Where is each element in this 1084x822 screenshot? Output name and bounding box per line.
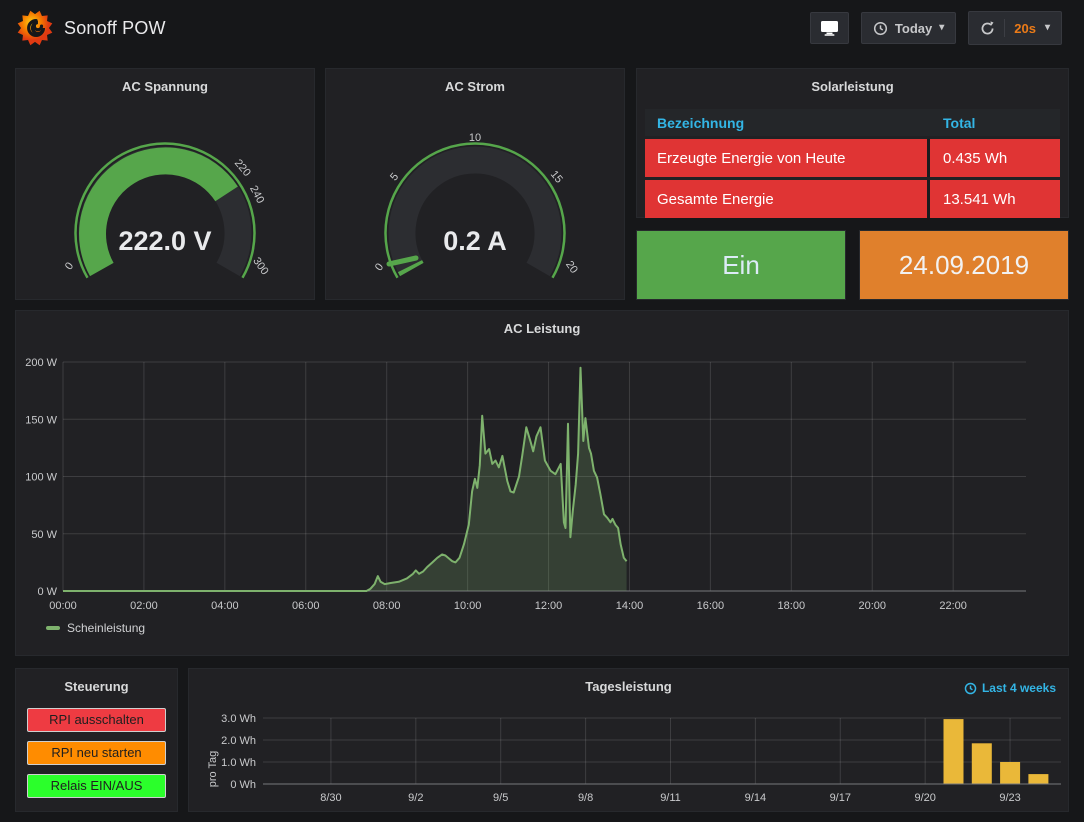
x-axis-tick-label: 8/30 — [320, 792, 341, 804]
date-stat: 24.09.2019 — [859, 230, 1069, 300]
x-axis-tick-label: 20:00 — [858, 600, 886, 612]
panel-title-solarleistung[interactable]: Solarleistung — [637, 79, 1068, 94]
panel-ac-spannung: AC Spannung 0220240300 222.0 V — [15, 68, 315, 300]
x-axis-tick-label: 9/8 — [578, 792, 593, 804]
grafana-dashboard: Sonoff POW Today ▾ — [0, 0, 1084, 822]
y-axis-tick-label: 0 Wh — [230, 779, 256, 791]
gauge-tick-label: 5 — [388, 171, 401, 183]
gauge-tick-label: 0 — [63, 260, 76, 272]
dashboard-title: Sonoff POW — [64, 18, 166, 39]
x-axis-tick-label: 00:00 — [49, 600, 77, 612]
gauge-tick-label: 300 — [250, 255, 270, 277]
x-axis-tick-label: 10:00 — [454, 600, 482, 612]
panel-steuerung: Steuerung RPI ausschalten RPI neu starte… — [15, 668, 178, 812]
solar-table: Bezeichnung Total Erzeugte Energie von H… — [645, 109, 1060, 218]
panel-title-ac-strom[interactable]: AC Strom — [326, 79, 624, 94]
legend-color-swatch — [46, 626, 60, 630]
x-axis-tick-label: 9/5 — [493, 792, 508, 804]
table-header-row: Bezeichnung Total — [645, 109, 1060, 136]
column-header-bezeichnung[interactable]: Bezeichnung — [645, 115, 930, 131]
legend-item-scheinleistung[interactable]: Scheinleistung — [46, 621, 145, 635]
gauge-value-arc — [410, 266, 412, 269]
y-axis-tick-label: 50 W — [31, 529, 57, 541]
x-axis-tick-label: 9/11 — [660, 792, 681, 804]
gauge-tick-label: 0 — [373, 261, 386, 273]
panel-tagesleistung: Tagesleistung Last 4 weeks pro Tag 0 Wh1… — [188, 668, 1069, 812]
legend-label: Scheinleistung — [67, 621, 145, 635]
x-axis-tick-label: 08:00 — [373, 600, 401, 612]
panel-ac-leistung: AC Leistung 0 W50 W100 W150 W200 W00:000… — [15, 310, 1069, 656]
y-axis-label: pro Tag — [207, 751, 219, 788]
x-axis-tick-label: 12:00 — [535, 600, 563, 612]
ac-spannung-gauge: 0220240300 222.0 V — [16, 69, 314, 299]
bar-9/22 — [972, 743, 992, 784]
refresh-interval-select[interactable]: 20s — [1014, 21, 1036, 36]
x-axis-tick-label: 22:00 — [939, 600, 967, 612]
x-axis-tick-label: 16:00 — [697, 600, 725, 612]
x-axis-tick-label: 9/20 — [914, 792, 935, 804]
x-axis-tick-label: 9/23 — [999, 792, 1020, 804]
panel-ac-strom: AC Strom 05101520 0.2 A — [325, 68, 625, 300]
divider — [1004, 19, 1005, 37]
panel-title-tagesleistung[interactable]: Tagesleistung — [189, 679, 1068, 694]
time-range-picker[interactable]: Today ▾ — [861, 12, 956, 44]
y-axis-tick-label: 2.0 Wh — [221, 735, 256, 747]
x-axis-tick-label: 9/17 — [830, 792, 851, 804]
clock-icon — [873, 21, 888, 36]
table-row: Gesamte Energie 13.541 Wh — [645, 180, 1060, 218]
panel-title-ac-spannung[interactable]: AC Spannung — [16, 79, 314, 94]
refresh-controls: 20s ▾ — [968, 11, 1062, 45]
bar-9/23 — [1000, 762, 1020, 784]
bar-9/21 — [944, 719, 964, 784]
tv-mode-button[interactable] — [810, 12, 849, 44]
relay-toggle-button[interactable]: Relais EIN/AUS — [27, 774, 166, 798]
monitor-icon — [820, 20, 839, 36]
chevron-down-icon[interactable]: ▾ — [1045, 23, 1050, 33]
gauge-tick-label: 10 — [469, 132, 481, 144]
gauge-value: 0.2 A — [443, 226, 507, 256]
refresh-icon[interactable] — [980, 21, 995, 36]
y-axis-tick-label: 200 W — [25, 357, 57, 369]
gauge-tick-label: 20 — [563, 259, 580, 276]
ac-strom-gauge: 05101520 0.2 A — [326, 69, 624, 299]
date-value: 24.09.2019 — [899, 250, 1029, 281]
chevron-down-icon: ▾ — [939, 23, 944, 33]
table-row: Erzeugte Energie von Heute 0.435 Wh — [645, 139, 1060, 177]
x-axis-tick-label: 04:00 — [211, 600, 239, 612]
relay-status-stat: Ein — [636, 230, 846, 300]
x-axis-tick-label: 06:00 — [292, 600, 320, 612]
panel-solarleistung: Solarleistung Bezeichnung Total Erzeugte… — [636, 68, 1069, 218]
panel-title-steuerung[interactable]: Steuerung — [16, 679, 177, 694]
x-axis-tick-label: 9/2 — [408, 792, 423, 804]
time-range-label: Today — [895, 21, 932, 36]
x-axis-tick-label: 02:00 — [130, 600, 158, 612]
navbar: Sonoff POW Today ▾ — [0, 0, 1084, 56]
y-axis-tick-label: 1.0 Wh — [221, 757, 256, 769]
y-axis-tick-label: 150 W — [25, 414, 57, 426]
x-axis-tick-label: 18:00 — [778, 600, 806, 612]
rpi-restart-button[interactable]: RPI neu starten — [27, 741, 166, 765]
x-axis-tick-label: 9/14 — [745, 792, 766, 804]
grafana-logo-icon[interactable] — [16, 9, 54, 47]
column-header-total[interactable]: Total — [930, 115, 1060, 131]
gauge-value: 222.0 V — [118, 226, 211, 256]
cell-value: 0.435 Wh — [930, 150, 1060, 167]
relay-status-value: Ein — [722, 250, 760, 281]
x-axis-tick-label: 14:00 — [616, 600, 644, 612]
navbar-controls: Today ▾ 20s ▾ — [810, 11, 1062, 45]
cell-value: 13.541 Wh — [930, 191, 1060, 208]
y-axis-tick-label: 3.0 Wh — [221, 713, 256, 725]
y-axis-tick-label: 0 W — [37, 586, 57, 598]
bar-9/24 — [1028, 774, 1048, 784]
panel-title-ac-leistung[interactable]: AC Leistung — [16, 321, 1068, 336]
cell-name: Erzeugte Energie von Heute — [645, 139, 930, 177]
cell-name: Gesamte Energie — [645, 180, 930, 218]
ac-leistung-chart[interactable]: 0 W 50 W 100 W 150 W 200 W 00:00 02:00 04:00 06:… — [16, 311, 1068, 655]
y-axis-tick-label: 100 W — [25, 472, 57, 484]
series-area — [63, 368, 627, 591]
rpi-shutdown-button[interactable]: RPI ausschalten — [27, 708, 166, 732]
